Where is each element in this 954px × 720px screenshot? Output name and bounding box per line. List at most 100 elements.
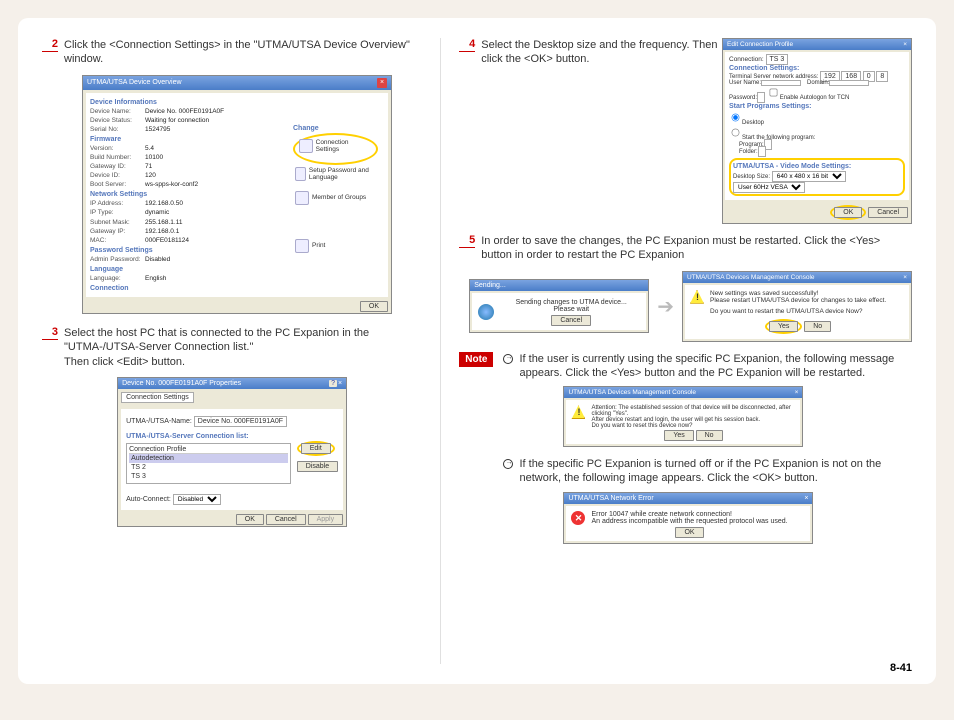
step-2: 2 Click the <Connection Settings> in the…	[42, 38, 422, 67]
list-item[interactable]: Autodetection	[129, 454, 288, 463]
auto-connect-label: Auto-Connect:	[126, 496, 171, 503]
connection-settings-button[interactable]: Connection Settings	[297, 137, 374, 155]
group-icon	[295, 191, 309, 205]
section-network: Network Settings	[90, 191, 280, 198]
password-input[interactable]	[757, 92, 765, 103]
list-item[interactable]: TS 2	[129, 463, 288, 472]
highlight-yes: Yes	[765, 319, 802, 334]
close-icon[interactable]: ×	[903, 41, 907, 48]
desktop-size-select[interactable]: 640 x 480 x 16 bit	[772, 171, 846, 182]
edit-connection-profile-dialog: Edit Connection Profile × Connection: TS…	[722, 38, 912, 224]
section-password: Password Settings	[90, 247, 280, 254]
dialog-titlebar: UTMA/UTSA Devices Management Console×	[683, 272, 911, 283]
connection-name[interactable]: TS 3	[766, 54, 789, 65]
apply-button[interactable]: Apply	[308, 514, 344, 525]
step-number: 4	[459, 38, 475, 52]
ok-button[interactable]: OK	[360, 301, 388, 312]
warning-icon	[571, 405, 585, 419]
cancel-button[interactable]: Cancel	[551, 315, 591, 326]
list-header: Connection Profile	[129, 446, 288, 454]
ok-button[interactable]: OK	[236, 514, 264, 525]
page-number: 8-41	[890, 662, 912, 674]
cancel-button[interactable]: Cancel	[868, 207, 908, 218]
dialog-titlebar: UTMA/UTSA Network Error×	[564, 493, 812, 504]
setup-password-button[interactable]: Setup Password and Language	[293, 165, 378, 183]
print-button[interactable]: Print	[293, 237, 378, 255]
step-text: Select the Desktop size and the frequenc…	[481, 38, 722, 67]
sending-and-restart-row: Sending... Sending changes to UTMA devic…	[469, 271, 912, 342]
dialog-titlebar: UTMA/UTSA Device Overview ×	[83, 76, 391, 90]
ok-button[interactable]: OK	[675, 527, 703, 538]
step-4: 4 Select the Desktop size and the freque…	[459, 38, 722, 67]
autologon-checkbox[interactable]	[769, 89, 777, 97]
restart-prompt-dialog: UTMA/UTSA Devices Management Console× Ne…	[682, 271, 912, 342]
disable-button[interactable]: Disable	[297, 461, 338, 472]
change-header: Change	[293, 125, 378, 132]
printer-icon	[295, 239, 309, 253]
dialog-titlebar: Device No. 000FE0191A0F Properties ?×	[118, 378, 346, 389]
cancel-button[interactable]: Cancel	[266, 514, 306, 525]
auto-connect-select[interactable]: Disabled	[173, 494, 221, 505]
network-error-dialog: UTMA/UTSA Network Error× ✕ Error 10047 w…	[563, 492, 813, 544]
manual-page: 2 Click the <Connection Settings> in the…	[18, 18, 936, 684]
yes-button[interactable]: Yes	[664, 430, 693, 441]
list-item[interactable]: TS 3	[129, 472, 288, 481]
device-overview-dialog: UTMA/UTSA Device Overview × Device Infor…	[82, 75, 392, 314]
highlight-connection-settings: Connection Settings	[293, 133, 378, 165]
close-icon[interactable]: ×	[804, 495, 808, 502]
section-connection: Connection	[90, 285, 280, 292]
dialog-title-text: Device No. 000FE0191A0F Properties	[122, 380, 241, 387]
help-icon[interactable]: ?	[329, 380, 337, 387]
member-groups-button[interactable]: Member of Groups	[293, 189, 378, 207]
ok-button[interactable]: OK	[834, 207, 862, 218]
conn-list-label: UTMA-/UTSA-Server Connection list:	[126, 433, 338, 440]
note-badge: Note	[459, 352, 493, 367]
attention-dialog: UTMA/UTSA Devices Management Console× At…	[563, 386, 803, 447]
note-bullet: If the user is currently using the speci…	[503, 352, 912, 381]
connection-icon	[299, 139, 313, 153]
dialog-title-text: Edit Connection Profile	[727, 41, 793, 48]
close-icon[interactable]: ×	[903, 274, 907, 281]
section-language: Language	[90, 266, 280, 273]
highlight-ok: OK	[830, 205, 866, 220]
close-icon[interactable]: ×	[795, 389, 799, 396]
device-name-input[interactable]: Device No. 000FE0191A0F	[194, 416, 287, 427]
sending-dialog: Sending... Sending changes to UTMA devic…	[469, 279, 649, 333]
left-column: 2 Click the <Connection Settings> in the…	[42, 38, 441, 664]
ip-octet[interactable]: 8	[876, 71, 888, 82]
bullet-icon	[503, 354, 513, 364]
note-bullet: If the specific PC Expanion is turned of…	[503, 457, 912, 486]
desktop-radio[interactable]	[732, 114, 740, 122]
start-program-radio[interactable]	[732, 129, 740, 137]
no-button[interactable]: No	[804, 321, 831, 332]
close-icon[interactable]: ×	[338, 380, 342, 387]
section-firmware: Firmware	[90, 136, 280, 143]
step-number: 3	[42, 326, 58, 340]
arrow-icon: ➔	[657, 294, 674, 319]
yes-button[interactable]: Yes	[769, 321, 798, 332]
no-button[interactable]: No	[696, 430, 723, 441]
warning-icon	[690, 290, 704, 304]
step-5: 5 In order to save the changes, the PC E…	[459, 234, 912, 263]
step-text: Select the host PC that is connected to …	[64, 326, 422, 369]
tab-connection-settings[interactable]: Connection Settings	[121, 392, 194, 403]
step-number: 5	[459, 234, 475, 248]
highlight-video-settings: UTMA/UTSA - Video Mode Settings: Desktop…	[729, 158, 905, 196]
properties-dialog: Device No. 000FE0191A0F Properties ?× Co…	[117, 377, 347, 527]
dialog-title-text: UTMA/UTSA Device Overview	[87, 79, 182, 86]
globe-icon	[478, 304, 494, 320]
edit-button[interactable]: Edit	[301, 443, 331, 454]
tools-icon	[295, 167, 306, 181]
dialog-title-text: Sending...	[470, 280, 648, 291]
bullet-icon	[503, 459, 513, 469]
change-panel: Change Connection Settings Setup Passwor…	[293, 123, 378, 261]
frequency-select[interactable]: User 60Hz VESA	[733, 182, 805, 193]
step-text: In order to save the changes, the PC Exp…	[481, 234, 912, 263]
note-section: Note If the user is currently using the …	[459, 352, 912, 544]
highlight-edit: Edit	[297, 441, 335, 456]
dialog-titlebar: UTMA/UTSA Devices Management Console×	[564, 387, 802, 398]
right-column: 4 Select the Desktop size and the freque…	[441, 38, 912, 664]
close-icon[interactable]: ×	[377, 78, 387, 88]
connection-profile-list[interactable]: Connection Profile Autodetection TS 2 TS…	[126, 443, 291, 484]
folder-input[interactable]	[758, 146, 766, 157]
